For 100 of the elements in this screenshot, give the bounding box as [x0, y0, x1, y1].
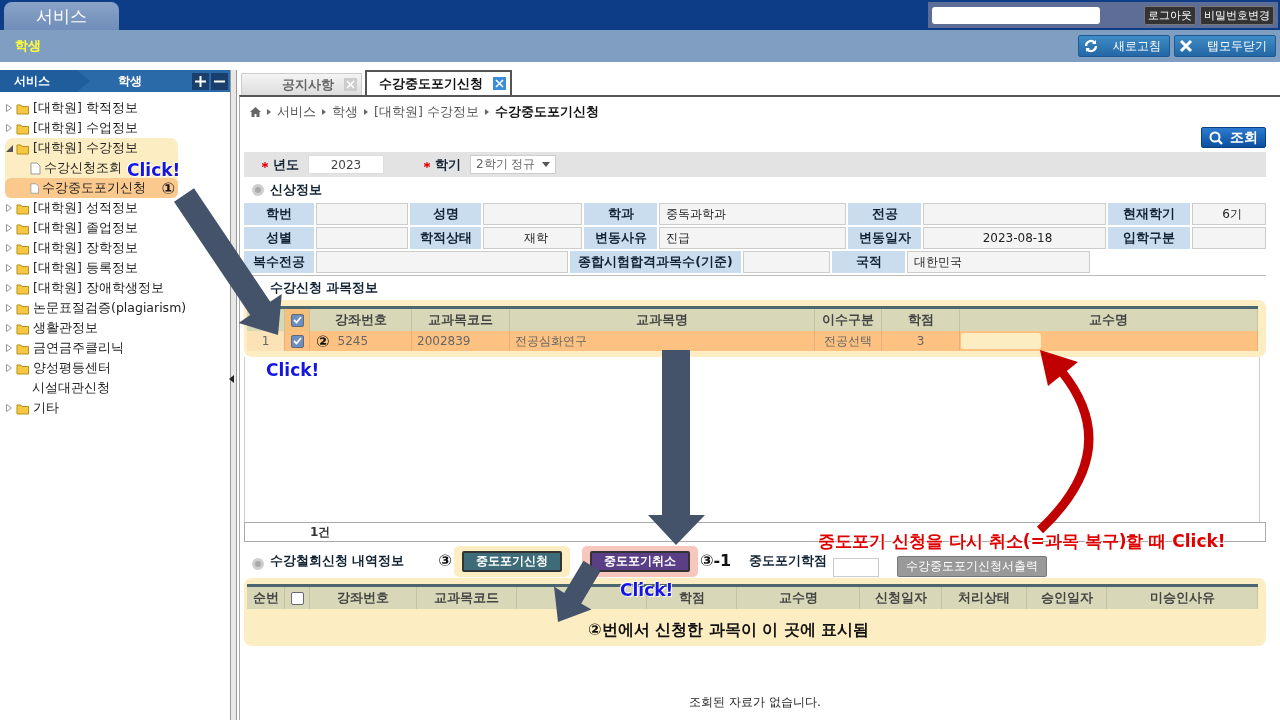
table-cell: 3	[882, 331, 960, 351]
section-title: 수강철회신청 내역정보	[270, 553, 405, 570]
collapsed-icon[interactable]	[6, 244, 12, 252]
year-field[interactable]: 2023	[308, 155, 384, 174]
field-label: 년도	[273, 155, 299, 174]
section-title: 수강신청 과목정보	[270, 279, 379, 297]
folder-icon	[16, 341, 30, 355]
chevron-icon	[267, 109, 271, 115]
folder-icon	[16, 241, 30, 255]
credit-field[interactable]	[833, 558, 880, 577]
search-field[interactable]	[932, 6, 1100, 24]
collapsed-icon[interactable]	[6, 124, 12, 132]
collapsed-icon[interactable]	[6, 264, 12, 272]
breadcrumb-item[interactable]: 학생	[332, 103, 358, 121]
collapsed-icon[interactable]	[6, 364, 12, 372]
toolbar-button[interactable]: 새로고침	[1078, 35, 1170, 57]
tree-item[interactable]: 수강중도포기신청 ①	[5, 178, 178, 198]
field-value: 재학	[483, 227, 582, 249]
tree-item[interactable]: 시설대관신청	[5, 378, 113, 398]
close-icon[interactable]	[493, 77, 506, 90]
collapsed-icon[interactable]	[6, 284, 12, 292]
tree-item[interactable]: 논문표절검증(plagiarism)	[5, 298, 190, 318]
tree-label: [대학원] 학적정보	[33, 99, 138, 117]
select-all-checkbox[interactable]	[290, 313, 304, 327]
tree-item[interactable]: [대학원] 장학정보	[5, 238, 141, 258]
tree-label: 생활관정보	[33, 319, 98, 337]
home-icon	[250, 107, 261, 117]
collapsed-icon[interactable]	[6, 224, 12, 232]
tree-item[interactable]: [대학원] 졸업정보	[5, 218, 141, 238]
chevron-icon	[322, 109, 326, 115]
folder-icon	[16, 141, 30, 155]
breadcrumb-item[interactable]: [대학원] 수강정보	[374, 103, 479, 121]
collapsed-icon[interactable]	[6, 404, 12, 412]
search-button[interactable]: 조회	[1201, 127, 1266, 148]
field-label: 중도포기학점	[749, 553, 828, 570]
tree-item[interactable]: 수강신청조회	[30, 158, 125, 178]
header-button[interactable]: 로그아웃	[1144, 5, 1196, 25]
folder-icon	[16, 301, 30, 315]
page-icon	[30, 181, 40, 195]
close-icon[interactable]	[344, 78, 357, 91]
field-label: 학기	[435, 155, 461, 174]
apply-withdrawal-button[interactable]: 중도포기신청	[461, 551, 562, 572]
chevron-icon	[364, 109, 368, 115]
select-all-checkbox[interactable]	[290, 591, 304, 605]
pointer-arrow	[554, 560, 601, 622]
column-header: 교과목명	[510, 309, 815, 331]
tree-item[interactable]: [대학원] 수강정보	[5, 138, 141, 158]
breadcrumb-item: 수강중도포기신청	[494, 103, 599, 121]
folder-icon	[16, 201, 30, 215]
close-icon	[1179, 39, 1193, 53]
expanded-icon[interactable]	[5, 144, 13, 152]
column-header: 학점	[882, 309, 960, 331]
field-label: 변동일자	[848, 227, 921, 249]
folder-icon	[16, 101, 30, 115]
collapse-handle-icon[interactable]	[229, 375, 234, 383]
term-dropdown[interactable]: 2학기 정규	[470, 155, 556, 174]
collapsed-icon[interactable]	[6, 304, 12, 312]
cancel-withdrawal-button[interactable]: 중도포기취소	[589, 551, 690, 572]
column-header: 교수명	[960, 309, 1258, 331]
table-cell: 전공심화연구	[510, 331, 815, 351]
bullet-icon	[252, 184, 264, 196]
collapsed-icon[interactable]	[6, 204, 12, 212]
collapse-all-button[interactable]	[211, 72, 228, 90]
tree-label: [대학원] 성적정보	[33, 199, 138, 217]
column-header: 순번	[247, 587, 285, 609]
tree-item[interactable]: 양성평등센터	[5, 358, 114, 378]
bullet-icon	[252, 558, 264, 570]
tree-item[interactable]: [대학원] 수업정보	[5, 118, 141, 138]
dropdown-caret-icon	[542, 162, 550, 167]
tree-item[interactable]: [대학원] 성적정보	[5, 198, 141, 218]
collapsed-icon[interactable]	[6, 104, 12, 112]
tree-item[interactable]: 생활관정보	[5, 318, 101, 338]
tab[interactable]: 공지사항	[241, 73, 362, 95]
folder-icon	[16, 281, 30, 295]
tree-item[interactable]: 기타	[5, 398, 62, 418]
step-number: ③	[438, 551, 452, 570]
row-number: 1	[247, 331, 285, 351]
tree-item[interactable]: [대학원] 학적정보	[5, 98, 141, 118]
column-header: 교과목코드	[412, 309, 510, 331]
field-label: 현재학기	[1108, 203, 1190, 225]
collapsed-icon[interactable]	[6, 324, 12, 332]
tree-label: 금연금주클리닉	[33, 339, 124, 357]
tree-label: [대학원] 수강정보	[33, 139, 138, 157]
tree-item[interactable]: [대학원] 장애학생정보	[5, 278, 167, 298]
toolbar-button[interactable]: 탭모두닫기	[1174, 35, 1276, 57]
annotation-text: 중도포기 신청을 다시 취소(=과목 복구)할 때 Click!	[818, 530, 1226, 553]
tree-label: [대학원] 등록정보	[33, 259, 138, 277]
tab[interactable]: 수강중도포기신청	[365, 70, 512, 95]
tree-item[interactable]: [대학원] 등록정보	[5, 258, 141, 278]
tree-item[interactable]: 금연금주클리닉	[5, 338, 127, 358]
field-value: 진급	[659, 227, 846, 249]
folder-icon	[16, 401, 30, 415]
expand-all-button[interactable]	[192, 72, 209, 90]
field-label: 학번	[244, 203, 314, 225]
row-checkbox[interactable]	[290, 334, 304, 348]
click-label: Click!	[266, 360, 320, 380]
plus-icon	[195, 75, 206, 87]
collapsed-icon[interactable]	[6, 344, 12, 352]
breadcrumb-item[interactable]: 서비스	[277, 103, 316, 121]
header-button[interactable]: 비밀번호변경	[1200, 5, 1274, 25]
